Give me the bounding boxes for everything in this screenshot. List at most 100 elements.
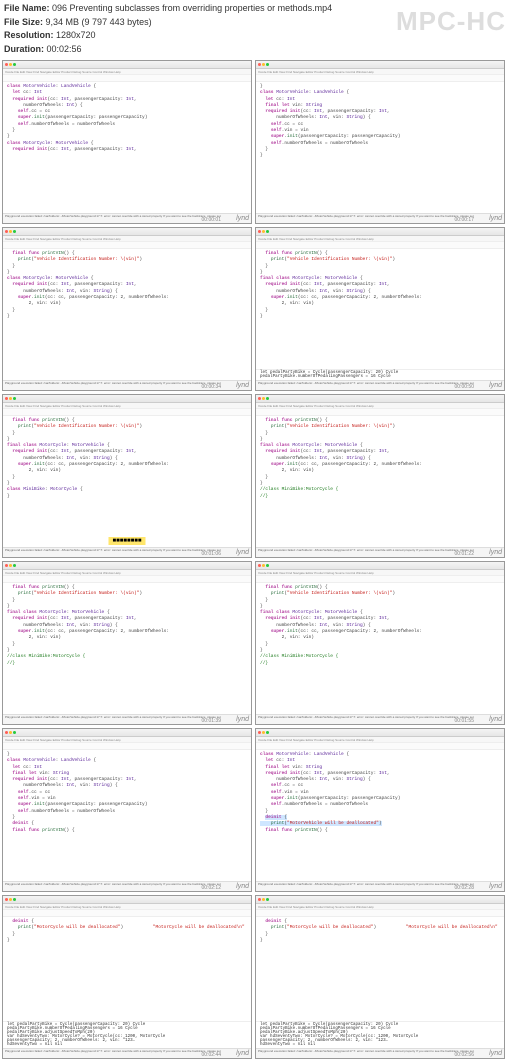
timestamp: 00:01:06 <box>202 551 221 557</box>
timestamp: 00:00:17 <box>455 217 474 223</box>
code-line: print("MotorCycle will be deallocated") … <box>7 925 247 931</box>
traffic-light-y <box>9 731 12 734</box>
window-titlebar <box>256 562 504 570</box>
code-editor[interactable]: }class MotorVehicle: LandVehicle { let c… <box>256 82 504 213</box>
thumbnail-9[interactable]: Xcode File Edit View Find Navigate Edito… <box>255 728 505 892</box>
traffic-light-y <box>262 731 265 734</box>
code-editor[interactable]: final func printVIN() { print("Vehicle I… <box>256 416 504 547</box>
thumbnail-6[interactable]: Xcode File Edit View Find Navigate Edito… <box>2 561 252 725</box>
thumbnail-3[interactable]: Xcode File Edit View Find Navigate Edito… <box>255 227 505 391</box>
traffic-light-y <box>262 898 265 901</box>
thumbnail-7[interactable]: Xcode File Edit View Find Navigate Edito… <box>255 561 505 725</box>
lynda-watermark: lynd <box>236 883 249 890</box>
thumbnail-grid: Xcode File Edit View Find Navigate Edito… <box>0 58 512 1061</box>
traffic-light-y <box>9 63 12 66</box>
window-titlebar <box>256 395 504 403</box>
traffic-light-g <box>266 731 269 734</box>
xcode-toolbar <box>256 576 504 583</box>
window-titlebar <box>256 896 504 904</box>
thumbnail-8[interactable]: Xcode File Edit View Find Navigate Edito… <box>2 728 252 892</box>
thumbnail-11[interactable]: Xcode File Edit View Find Navigate Edito… <box>255 895 505 1059</box>
lynda-watermark: lynd <box>489 1050 502 1057</box>
thumbnail-0[interactable]: Xcode File Edit View Find Navigate Edito… <box>2 60 252 224</box>
timestamp: 00:02:44 <box>202 1052 221 1058</box>
timestamp: 00:00:50 <box>455 384 474 390</box>
code-editor[interactable]: class MotorVehicle: LandVehicle { let cc… <box>3 82 251 213</box>
traffic-light-r <box>258 731 261 734</box>
code-editor[interactable]: deinit { print("MotorCycle will be deall… <box>3 917 251 1021</box>
timestamp: 00:00:34 <box>202 384 221 390</box>
thumbnail-5[interactable]: Xcode File Edit View Find Navigate Edito… <box>255 394 505 558</box>
traffic-light-y <box>9 397 12 400</box>
window-titlebar <box>3 562 251 570</box>
timestamp: 00:02:56 <box>455 1052 474 1058</box>
traffic-light-r <box>5 230 8 233</box>
traffic-light-r <box>258 230 261 233</box>
lynda-watermark: lynd <box>489 215 502 222</box>
traffic-light-g <box>13 898 16 901</box>
code-line: final func printVIN() { <box>7 828 247 834</box>
traffic-light-g <box>13 63 16 66</box>
value-resolution: 1280x720 <box>56 30 96 40</box>
results-sidebar: let pedalPartyBike = Cycle(passengerCapa… <box>256 369 504 380</box>
lynda-watermark: lynd <box>236 549 249 556</box>
file-metadata: MPC-HC File Name: 096 Preventing subclas… <box>0 0 512 58</box>
value-duration: 00:02:56 <box>47 44 82 54</box>
traffic-light-g <box>266 63 269 66</box>
app-watermark: MPC-HC <box>396 2 506 41</box>
traffic-light-r <box>5 731 8 734</box>
window-titlebar <box>256 228 504 236</box>
traffic-light-r <box>258 898 261 901</box>
code-editor[interactable]: final func printVIN() { print("Vehicle I… <box>3 249 251 380</box>
thumbnail-10[interactable]: Xcode File Edit View Find Navigate Edito… <box>2 895 252 1059</box>
traffic-light-r <box>5 63 8 66</box>
traffic-light-g <box>13 230 16 233</box>
code-line: } <box>7 938 247 944</box>
traffic-light-g <box>266 564 269 567</box>
label-duration: Duration: <box>4 44 44 54</box>
code-editor[interactable]: class MotorVehicle: LandVehicle { let cc… <box>256 750 504 881</box>
timestamp: 00:02:12 <box>202 885 221 891</box>
xcode-toolbar <box>3 75 251 82</box>
xcode-toolbar <box>3 576 251 583</box>
traffic-light-g <box>266 898 269 901</box>
thumbnail-1[interactable]: Xcode File Edit View Find Navigate Edito… <box>255 60 505 224</box>
console-line: hdSeventyTwo = nil nil <box>7 1043 247 1047</box>
traffic-light-y <box>262 230 265 233</box>
code-editor[interactable]: }class MotorVehicle: LandVehicle { let c… <box>3 750 251 881</box>
code-line: //} <box>260 661 500 667</box>
lynda-watermark: lynd <box>489 716 502 723</box>
code-editor[interactable]: final func printVIN() { print("Vehicle I… <box>256 583 504 714</box>
code-editor[interactable]: final func printVIN() { print("Vehicle I… <box>3 416 251 547</box>
code-line: final func printVIN() { <box>260 828 500 834</box>
window-titlebar <box>256 61 504 69</box>
lynda-watermark: lynd <box>236 716 249 723</box>
traffic-light-r <box>5 898 8 901</box>
code-line: } <box>7 314 247 320</box>
code-line: } <box>7 494 247 500</box>
lynda-watermark: lynd <box>236 215 249 222</box>
code-editor[interactable]: deinit { print("MotorCycle will be deall… <box>256 917 504 1021</box>
lynda-watermark: lynd <box>236 1050 249 1057</box>
console-line: pedalPartyBike.numberOfPedalingPassenger… <box>260 375 500 379</box>
xcode-toolbar <box>256 409 504 416</box>
traffic-light-r <box>258 564 261 567</box>
lynda-watermark: lynd <box>489 549 502 556</box>
code-line: print("MotorCycle will be deallocated") … <box>260 925 500 931</box>
lynda-watermark: lynd <box>489 883 502 890</box>
highlight-overlay: ■■■■■■■■ <box>109 537 146 545</box>
xcode-toolbar <box>256 743 504 750</box>
timestamp: 00:02:28 <box>455 885 474 891</box>
window-titlebar <box>3 896 251 904</box>
code-editor[interactable]: final func printVIN() { print("Vehicle I… <box>3 583 251 714</box>
xcode-toolbar <box>256 910 504 917</box>
traffic-light-y <box>9 564 12 567</box>
label-filesize: File Size: <box>4 17 43 27</box>
thumbnail-2[interactable]: Xcode File Edit View Find Navigate Edito… <box>2 227 252 391</box>
thumbnail-4[interactable]: Xcode File Edit View Find Navigate Edito… <box>2 394 252 558</box>
traffic-light-y <box>262 63 265 66</box>
code-line: } <box>260 938 500 944</box>
traffic-light-g <box>266 230 269 233</box>
code-editor[interactable]: final func printVIN() { print("Vehicle I… <box>256 249 504 369</box>
code-line: required init(cc: Int, passengerCapacity… <box>7 147 247 153</box>
